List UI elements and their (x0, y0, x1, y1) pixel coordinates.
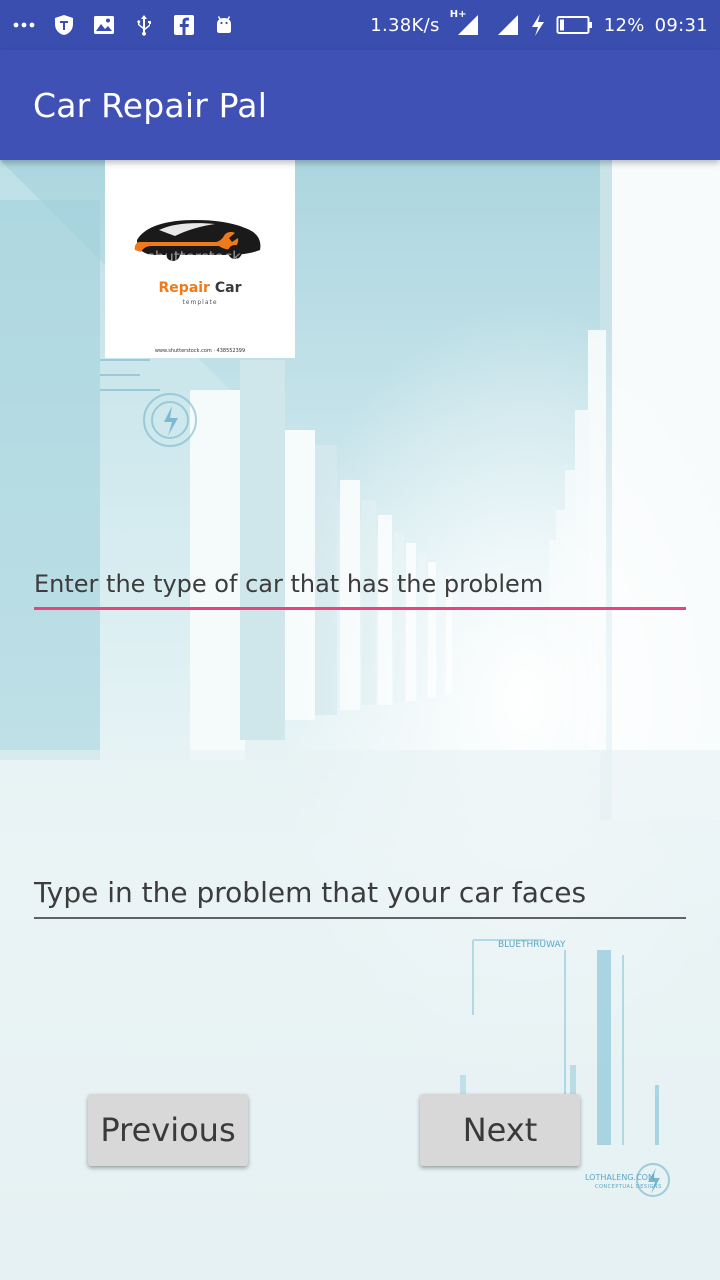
previous-button[interactable]: Previous (88, 1094, 248, 1166)
logo-footer: www.shutterstock.com · 438552399 (154, 348, 246, 354)
network-type-label: H+ (449, 9, 467, 20)
android-icon (212, 13, 236, 37)
image-icon (92, 13, 116, 37)
next-button[interactable]: Next (420, 1094, 580, 1166)
battery-percent: 12% (603, 14, 645, 36)
signal-strength-icon: H+ (450, 9, 480, 37)
signal-strength-icon (490, 13, 520, 37)
problem-field (34, 870, 686, 919)
more-dots-icon (12, 13, 36, 37)
logo-brand: Repair Car (105, 280, 295, 296)
battery-icon (556, 13, 594, 37)
network-speed: 1.38K/s (370, 14, 440, 36)
watermark-blue-label: BLUETHRUWAY (498, 940, 566, 950)
logo-brand-second: Car (214, 280, 242, 296)
notification-icons (12, 13, 236, 37)
clock: 09:31 (654, 14, 708, 36)
charging-bolt-icon (530, 13, 546, 37)
car-type-field (34, 565, 686, 610)
system-indicators: 1.38K/s H+ 12% 09:31 (370, 9, 708, 37)
usb-icon (132, 13, 156, 37)
facebook-icon (172, 13, 196, 37)
car-type-input[interactable] (34, 565, 686, 603)
app-bar: Car Repair Pal (0, 50, 720, 160)
logo-image: shutterstock Repair Car template www.shu… (105, 160, 295, 358)
problem-underline (34, 917, 686, 919)
watermark-site-sub: CONCEPTUAL DESIGNS (595, 1184, 662, 1190)
logo-brand-first: Repair (158, 280, 210, 296)
watermark-site: LOTHALENG.COM (585, 1173, 655, 1182)
problem-input[interactable] (34, 870, 686, 914)
logo-subtitle: template (182, 299, 218, 306)
status-bar: 1.38K/s H+ 12% 09:31 (0, 0, 720, 50)
logo-watermark: shutterstock (147, 248, 241, 266)
vpn-shield-icon (52, 13, 76, 37)
car-type-underline (34, 607, 686, 610)
app-title: Car Repair Pal (33, 85, 268, 125)
